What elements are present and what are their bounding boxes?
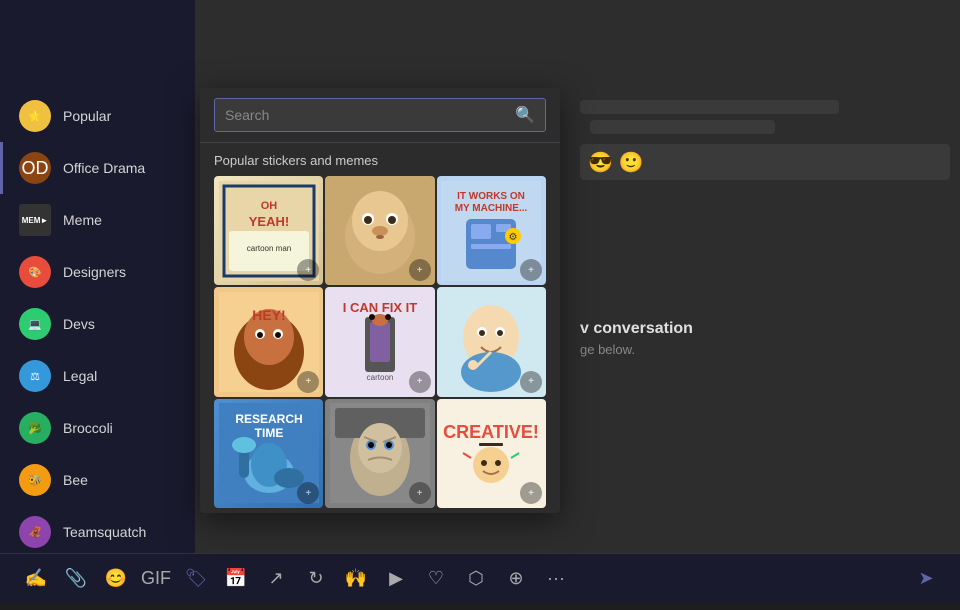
chat-title-area: v conversation ge below. [580, 320, 693, 357]
sidebar-icon-designers: 🎨 [19, 256, 51, 288]
sticker-overlay-fix-it: + [409, 371, 431, 393]
toolbar-btn-gif[interactable]: GIF [138, 561, 174, 597]
toolbar-btn-more-emoji[interactable]: ⊕ [498, 561, 534, 597]
search-input[interactable] [225, 107, 515, 123]
sticker-add-icon: + [528, 376, 534, 387]
panel-title: Popular stickers and memes [200, 143, 560, 174]
sticker-add-icon: + [417, 376, 423, 387]
toolbar-btn-schedule[interactable]: 📅 [218, 561, 254, 597]
sticker-creative[interactable]: CREATIVE! + [437, 399, 546, 508]
sticker-overlay-creative: + [520, 482, 542, 504]
sidebar-label-meme: Meme [63, 212, 102, 228]
svg-text:cartoon: cartoon [367, 373, 394, 382]
svg-text:HEY!: HEY! [252, 307, 285, 323]
toolbar-btn-stream[interactable]: ▶ [378, 561, 414, 597]
sidebar-item-designers[interactable]: 🎨 Designers [0, 246, 195, 298]
sidebar-item-legal[interactable]: ⚖ Legal [0, 350, 195, 402]
sticker-it-works[interactable]: IT WORKS ON MY MACHINE... ⚙ + [437, 176, 546, 285]
sidebar-icon-devs: 💻 [19, 308, 51, 340]
msg-snippet-2 [590, 120, 775, 134]
sidebar-icon-bee: 🐝 [19, 464, 51, 496]
toolbar-btn-attach[interactable]: 📎 [58, 561, 94, 597]
sticker-add-icon: + [305, 265, 311, 276]
svg-text:CREATIVE!: CREATIVE! [443, 422, 539, 442]
send-button[interactable]: ➤ [908, 561, 944, 597]
svg-text:cartoon man: cartoon man [246, 244, 290, 253]
sticker-panel: 🔍 Popular stickers and memes OH YEAH! ca… [200, 88, 560, 513]
sidebar-label-legal: Legal [63, 368, 97, 384]
sidebar-icon-legal: ⚖ [19, 360, 51, 392]
message-snippets: 😎 🙂 [580, 100, 950, 180]
panel-scroll: Popular stickers and memes OH YEAH! cart… [200, 143, 560, 513]
toolbar-btn-loop[interactable]: ↻ [298, 561, 334, 597]
toolbar-btn-heart[interactable]: ♡ [418, 561, 454, 597]
search-bar: 🔍 [200, 88, 560, 143]
sticker-overlay-grumpy: + [409, 482, 431, 504]
svg-text:⚙: ⚙ [509, 232, 518, 243]
emoji-snippet: 😎 🙂 [580, 144, 950, 180]
sticker-overlay-doge: + [409, 259, 431, 281]
toolbar-btn-sticker[interactable]: 🏷 [178, 561, 214, 597]
sidebar-label-teamsquatch: Teamsquatch [63, 524, 146, 540]
sidebar-label-bee: Bee [63, 472, 88, 488]
sticker-grid: OH YEAH! cartoon man + + [200, 174, 560, 513]
msg-snippet-1 [580, 100, 839, 114]
sidebar-label-popular: Popular [63, 108, 111, 124]
sidebar-item-bee[interactable]: 🐝 Bee [0, 454, 195, 506]
toolbar-btn-emoji[interactable]: 😊 [98, 561, 134, 597]
toolbar-btn-starbucks[interactable]: ⬡ [458, 561, 494, 597]
sticker-add-icon: + [417, 265, 423, 276]
sidebar-label-office-drama: Office Drama [63, 160, 145, 176]
toolbar-btn-praise[interactable]: 🙌 [338, 561, 374, 597]
chat-prefix: v [580, 320, 589, 337]
sidebar-item-meme[interactable]: MEM► Meme [0, 194, 195, 246]
search-icon: 🔍 [515, 105, 535, 125]
sticker-add-icon: + [528, 488, 534, 499]
chat-subtitle: ge below. [580, 342, 693, 357]
toolbar-btn-more[interactable]: ··· [538, 561, 574, 597]
toolbar-btn-send-later[interactable]: ↗ [258, 561, 294, 597]
svg-text:OH: OH [260, 200, 277, 212]
sticker-add-icon: + [305, 376, 311, 387]
chat-title: conversation [593, 320, 693, 337]
sticker-grumpy[interactable]: + [325, 399, 434, 508]
sticker-hey[interactable]: HEY! + [214, 287, 323, 396]
chat-heading: v conversation [580, 320, 693, 338]
toolbar-btn-format[interactable]: ✍ [18, 561, 54, 597]
sidebar-icon-meme: MEM► [19, 204, 51, 236]
toolbar: ✍📎😊GIF🏷📅↗↻🙌▶♡⬡⊕··· ➤ [0, 553, 960, 603]
sticker-add-icon: + [305, 488, 311, 499]
sticker-add-icon: + [528, 265, 534, 276]
sidebar-icon-office-drama: OD [19, 152, 51, 184]
search-wrap[interactable]: 🔍 [214, 98, 546, 132]
sidebar-item-devs[interactable]: 💻 Devs [0, 298, 195, 350]
sidebar-item-teamsquatch[interactable]: 🦧 Teamsquatch [0, 506, 195, 558]
sticker-doge[interactable]: + [325, 176, 434, 285]
svg-text:IT WORKS ON: IT WORKS ON [457, 191, 525, 202]
sticker-add-icon: + [417, 488, 423, 499]
sidebar-icon-broccoli: 🥦 [19, 412, 51, 444]
svg-text:YEAH!: YEAH! [248, 214, 288, 229]
sidebar-icon-teamsquatch: 🦧 [19, 516, 51, 548]
sticker-overlay-hey: + [297, 371, 319, 393]
sidebar-icon-popular: ⭐ [19, 100, 51, 132]
sidebar-item-popular[interactable]: ⭐ Popular [0, 90, 195, 142]
sidebar-label-devs: Devs [63, 316, 95, 332]
sticker-oh-yeah[interactable]: OH YEAH! cartoon man + [214, 176, 323, 285]
sticker-baby[interactable]: + [437, 287, 546, 396]
sidebar-label-broccoli: Broccoli [63, 420, 113, 436]
sidebar-item-office-drama[interactable]: OD Office Drama [0, 142, 195, 194]
svg-text:RESEARCH: RESEARCH [235, 412, 302, 426]
sticker-fix-it[interactable]: I CAN FIX IT cartoon + [325, 287, 434, 396]
sidebar-label-designers: Designers [63, 264, 126, 280]
svg-text:I CAN FIX IT: I CAN FIX IT [343, 300, 417, 315]
svg-text:TIME: TIME [254, 426, 283, 440]
sidebar-item-broccoli[interactable]: 🥦 Broccoli [0, 402, 195, 454]
sticker-overlay-baby: + [520, 371, 542, 393]
svg-text:MY MACHINE...: MY MACHINE... [455, 203, 528, 214]
sidebar: ⭐ Popular OD Office Drama MEM► Meme 🎨 Designers… [0, 0, 195, 603]
sticker-research[interactable]: RESEARCH TIME + [214, 399, 323, 508]
